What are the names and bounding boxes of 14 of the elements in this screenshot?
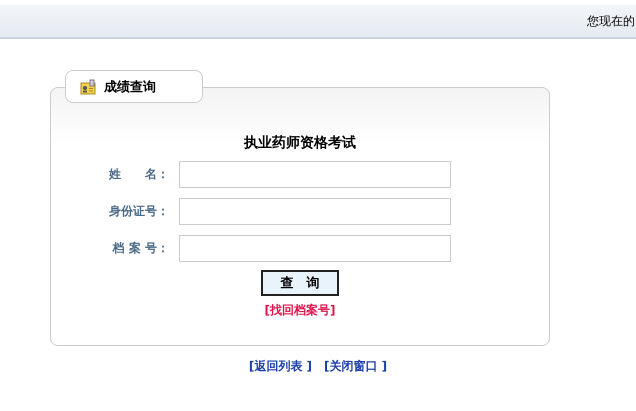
form-heading: 执业药师资格考试 — [244, 134, 356, 152]
footer-link[interactable]: [关闭窗口 ] — [324, 358, 388, 375]
field-label: 档 案 号： — [111, 240, 169, 257]
recover-link[interactable]: [找回档案号] — [264, 302, 336, 319]
footer-link[interactable]: [返回列表 ] — [248, 358, 312, 375]
location-text: 您现在的 — [587, 12, 635, 30]
field-label: 姓 名： — [108, 166, 169, 183]
query-button[interactable]: 查 询 — [261, 270, 339, 296]
tab-title: 成绩查询 — [104, 78, 156, 96]
field-label: 身份证号： — [108, 203, 169, 220]
input-field[interactable] — [179, 235, 451, 262]
id-card-icon — [80, 78, 96, 94]
input-field[interactable] — [179, 198, 451, 225]
input-field[interactable] — [179, 161, 451, 188]
